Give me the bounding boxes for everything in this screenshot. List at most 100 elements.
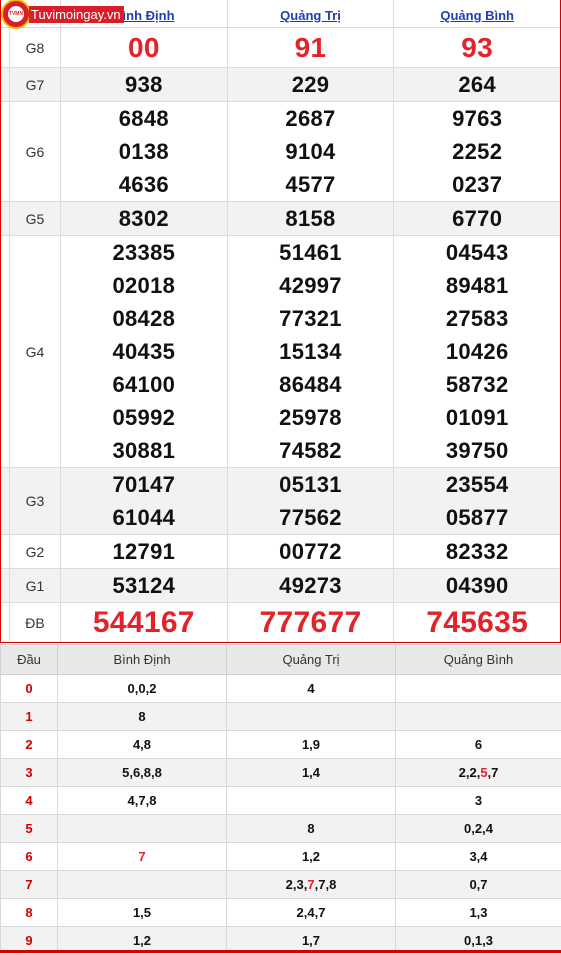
prize-cell: 745635 [394, 603, 560, 642]
special-tail-digit: 7 [138, 849, 145, 864]
tail-cell: 3 [396, 787, 561, 815]
table-row: 4 4,7,8 3 [1, 787, 561, 815]
table-row: 6 7 1,2 3,4 [1, 843, 561, 871]
logo-badge-icon: TVMN [1, 0, 31, 29]
prize-number: 77321 [279, 302, 342, 335]
prize-cell: 91 [228, 28, 395, 67]
tail-cell: 4,8 [58, 731, 227, 759]
prize-number: 229 [292, 68, 330, 101]
tail-cell: 8 [58, 703, 227, 731]
table-row: 7 2,3,7,7,8 0,7 [1, 871, 561, 899]
prize-cell: 544167 [61, 603, 228, 642]
prize-cell: 9763 2252 0237 [394, 102, 560, 201]
province-cell: Quảng Trị [228, 0, 395, 27]
prize-number: 00772 [279, 535, 342, 568]
prize-cell: 04543 89481 27583 10426 58732 01091 3975… [394, 236, 560, 467]
tail-cell: 1,3 [396, 899, 561, 927]
prize-cell: 51461 42997 77321 15134 86484 25978 7458… [228, 236, 395, 467]
prize-number: 4636 [119, 168, 169, 201]
prize-number: 53124 [112, 569, 175, 602]
prize-cell: 777677 [228, 603, 395, 642]
province-link-quang-tri[interactable]: Quảng Trị [280, 8, 341, 23]
prize-number: 64100 [112, 368, 175, 401]
prize-number: 2687 [285, 102, 335, 135]
prize-row-special: ĐB 544167 777677 745635 [1, 603, 560, 642]
prize-number: 05131 [279, 468, 342, 501]
prize-label: G6 [9, 102, 61, 201]
special-tail-digit: 5 [480, 765, 487, 780]
prize-row-g6: G6 6848 0138 4636 2687 9104 4577 9763 22… [1, 102, 560, 202]
loto-head-table: Đầu Bình Định Quảng Trị Quảng Bình 0 0,0… [0, 644, 561, 955]
prize-label: G3 [9, 468, 61, 534]
prize-number: 49273 [279, 569, 342, 602]
tail-cell: 1,9 [227, 731, 396, 759]
tail-cell [227, 703, 396, 731]
prize-number: 6848 [119, 102, 169, 135]
prize-number: 93 [461, 29, 493, 67]
special-prize-number: 544167 [93, 603, 195, 643]
prize-number: 9763 [452, 102, 502, 135]
prize-cell: 23385 02018 08428 40435 64100 05992 3088… [61, 236, 228, 467]
prize-number: 12791 [112, 535, 175, 568]
prize-number: 05877 [446, 501, 509, 534]
prize-label: ĐB [9, 603, 61, 642]
head-digit: 0 [1, 675, 58, 703]
prize-number: 0237 [452, 168, 502, 201]
header-quang-tri: Quảng Trị [227, 645, 396, 675]
tail-cell [58, 815, 227, 843]
prize-cell: 938 [61, 68, 228, 101]
prize-number: 8302 [119, 202, 169, 235]
prize-number: 4577 [285, 168, 335, 201]
tail-cell: 2,3,7,7,8 [227, 871, 396, 899]
site-logo[interactable]: TVMN Tuvimoingay.vn [0, 0, 124, 28]
table-row: 3 5,6,8,8 1,4 2,2,5,7 [1, 759, 561, 787]
prize-row-g3: G3 70147 61044 05131 77562 23554 05877 [1, 468, 560, 535]
prize-number: 23554 [446, 468, 509, 501]
prize-cell: 49273 [228, 569, 395, 602]
tail-cell: 4,7,8 [58, 787, 227, 815]
prize-row-g2: G2 12791 00772 82332 [1, 535, 560, 569]
tail-cell [396, 675, 561, 703]
special-prize-number: 745635 [426, 603, 528, 643]
head-digit: 8 [1, 899, 58, 927]
prize-cell: 82332 [394, 535, 560, 568]
prize-number: 2252 [452, 135, 502, 168]
head-digit: 6 [1, 843, 58, 871]
tail-cell: 1,5 [58, 899, 227, 927]
prize-number: 938 [125, 68, 163, 101]
tail-cell [227, 787, 396, 815]
prize-cell: 04390 [394, 569, 560, 602]
prize-number: 74582 [279, 434, 342, 467]
prize-cell: 264 [394, 68, 560, 101]
prize-cell: 00 [61, 28, 228, 67]
prize-row-g4: G4 23385 02018 08428 40435 64100 05992 3… [1, 236, 560, 468]
prize-number: 08428 [112, 302, 175, 335]
prize-label: G2 [9, 535, 61, 568]
prize-number: 25978 [279, 401, 342, 434]
prize-label: G7 [9, 68, 61, 101]
header-dau: Đầu [1, 645, 58, 675]
prize-number: 39750 [446, 434, 509, 467]
prize-cell: 00772 [228, 535, 395, 568]
prize-number: 82332 [446, 535, 509, 568]
prize-number: 05992 [112, 401, 175, 434]
province-link-quang-binh[interactable]: Quảng Bình [440, 8, 514, 23]
prize-row-g1: G1 53124 49273 04390 [1, 569, 560, 603]
header-binh-dinh: Bình Định [58, 645, 227, 675]
prize-label: G4 [9, 236, 61, 467]
table-row: 0 0,0,2 4 [1, 675, 561, 703]
tail-cell: 7 [58, 843, 227, 871]
prize-number: 91 [295, 29, 327, 67]
tail-cell: 1,2 [227, 843, 396, 871]
prize-number: 40435 [112, 335, 175, 368]
prize-number: 51461 [279, 236, 342, 269]
prize-cell: 2687 9104 4577 [228, 102, 395, 201]
tail-cell: 0,7 [396, 871, 561, 899]
prize-number: 77562 [279, 501, 342, 534]
special-prize-number: 777677 [260, 603, 362, 643]
province-cell: Quảng Bình [394, 0, 560, 27]
prize-number: 89481 [446, 269, 509, 302]
head-digit: 4 [1, 787, 58, 815]
prize-label: G8 [9, 28, 61, 67]
head-digit: 7 [1, 871, 58, 899]
